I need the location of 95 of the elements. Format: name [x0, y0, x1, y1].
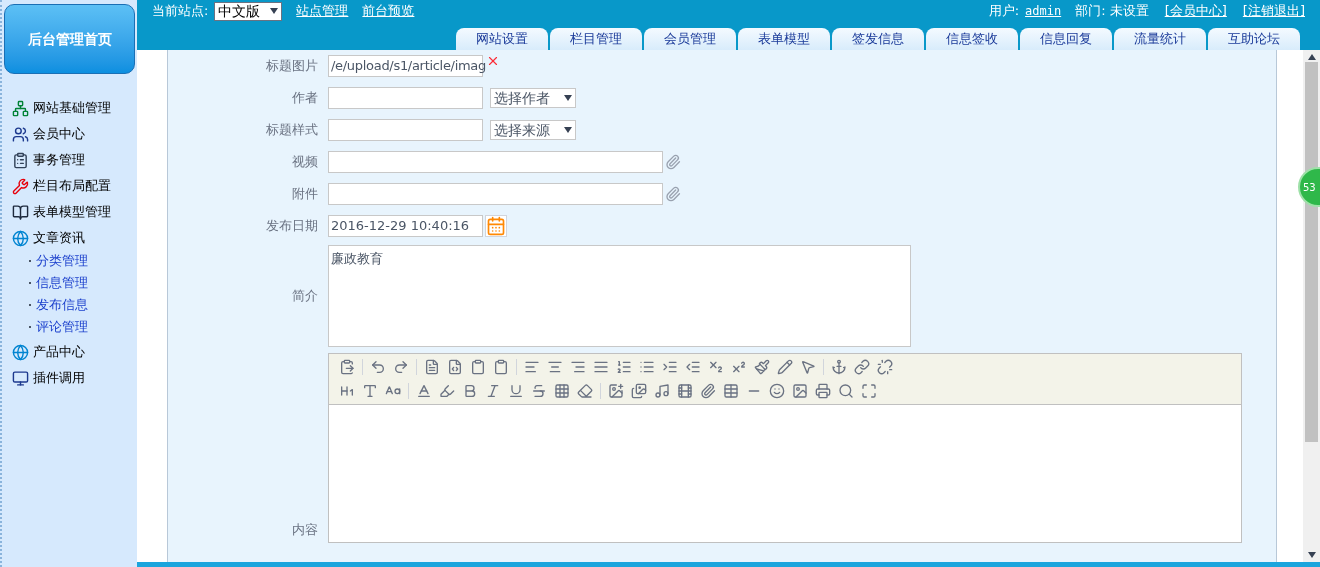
- anchor-icon[interactable]: [831, 359, 847, 375]
- dropdown[interactable]: 选择作者: [490, 88, 576, 108]
- paperclip-icon[interactable]: [665, 186, 681, 202]
- field-label: 视频: [291, 153, 319, 172]
- globe-icon: [12, 343, 29, 361]
- edit-icon[interactable]: [777, 359, 793, 375]
- preview-icon[interactable]: [838, 383, 854, 399]
- picture-icon[interactable]: [792, 383, 808, 399]
- nav-tab[interactable]: 会员管理: [644, 28, 736, 50]
- insert-image-icon[interactable]: [608, 383, 624, 399]
- field-label: 作者: [291, 89, 319, 108]
- sidebar-subitem[interactable]: 评论管理: [2, 316, 137, 338]
- nav-tab[interactable]: 流量统计: [1114, 28, 1206, 50]
- sidebar-item[interactable]: 事务管理: [2, 148, 137, 172]
- site-label: 当前站点:: [152, 2, 209, 21]
- tools-icon: [12, 177, 29, 195]
- sidebar-item[interactable]: 文章资讯: [2, 226, 137, 250]
- align-center-icon[interactable]: [547, 359, 563, 375]
- bullet-list-icon[interactable]: [639, 359, 655, 375]
- unlink-icon[interactable]: [877, 359, 893, 375]
- font-color-icon[interactable]: [416, 383, 432, 399]
- globe-icon: [12, 229, 29, 247]
- spacing-icon[interactable]: [554, 383, 570, 399]
- align-right-icon[interactable]: [570, 359, 586, 375]
- nav-tab[interactable]: 栏目管理: [550, 28, 642, 50]
- table-icon[interactable]: [723, 383, 739, 399]
- subscript-icon[interactable]: [708, 359, 724, 375]
- field-label: 内容: [291, 520, 319, 539]
- nav-tab[interactable]: 信息回复: [1020, 28, 1112, 50]
- nav-tab[interactable]: 网站设置: [456, 28, 548, 50]
- align-left-icon[interactable]: [524, 359, 540, 375]
- sidebar-subitem[interactable]: 发布信息: [2, 294, 137, 316]
- video-icon[interactable]: [677, 383, 693, 399]
- superscript-icon[interactable]: [731, 359, 747, 375]
- sidebar-item[interactable]: 会员中心: [2, 122, 137, 146]
- field-label: 简介: [291, 286, 319, 305]
- emoticon-icon[interactable]: [769, 383, 785, 399]
- sidebar-subitem[interactable]: 分类管理: [2, 250, 137, 272]
- sidebar-item[interactable]: 网站基础管理: [2, 96, 137, 120]
- italic-icon[interactable]: [485, 383, 501, 399]
- nav-tab[interactable]: 信息签收: [926, 28, 1018, 50]
- undo-icon[interactable]: [370, 359, 386, 375]
- close-icon[interactable]: [486, 54, 500, 68]
- network-icon: [12, 99, 29, 117]
- clipboard-icon: [12, 151, 29, 169]
- user-label: 用户:: [988, 2, 1020, 21]
- pointer-icon[interactable]: [800, 359, 816, 375]
- indent-icon[interactable]: [662, 359, 678, 375]
- multi-image-icon[interactable]: [631, 383, 647, 399]
- heading-icon[interactable]: [339, 383, 355, 399]
- field-label: 标题图片: [265, 57, 319, 76]
- underline-icon[interactable]: [508, 383, 524, 399]
- eraser-icon[interactable]: [577, 383, 593, 399]
- redo-icon[interactable]: [393, 359, 409, 375]
- site-dropdown[interactable]: 中文版: [214, 1, 283, 21]
- caret-icon: [564, 127, 572, 133]
- dropdown[interactable]: 选择来源: [490, 120, 576, 140]
- font-family-icon[interactable]: [362, 383, 378, 399]
- image-path-field[interactable]: /e/upload/s1/article/imag: [328, 55, 483, 77]
- align-justify-icon[interactable]: [593, 359, 609, 375]
- caret-icon: [270, 8, 279, 14]
- monitor-icon: [12, 369, 29, 387]
- source-icon[interactable]: [339, 359, 355, 375]
- nav-tab[interactable]: 签发信息: [832, 28, 924, 50]
- users-icon: [12, 125, 29, 143]
- print-icon[interactable]: [815, 383, 831, 399]
- link-icon[interactable]: [854, 359, 870, 375]
- field-label: 附件: [291, 185, 319, 204]
- nav-tab[interactable]: 互助论坛: [1208, 28, 1300, 50]
- date-field[interactable]: 2016-12-29 10:40:16: [328, 215, 483, 237]
- sidebar-subitem[interactable]: 信息管理: [2, 272, 137, 294]
- book-icon: [12, 203, 29, 221]
- outdent-icon[interactable]: [685, 359, 701, 375]
- highlight-icon[interactable]: [439, 383, 455, 399]
- music-icon[interactable]: [654, 383, 670, 399]
- attachment-icon[interactable]: [700, 383, 716, 399]
- paperclip-icon[interactable]: [665, 154, 681, 170]
- summary-textarea[interactable]: 廉政教育: [328, 244, 911, 347]
- bold-icon[interactable]: [462, 383, 478, 399]
- calendar-icon[interactable]: [485, 215, 507, 237]
- sidebar-item[interactable]: 栏目布局配置: [2, 174, 137, 198]
- caret-icon: [564, 95, 572, 101]
- sidebar-item[interactable]: 表单模型管理: [2, 200, 137, 224]
- brush-icon[interactable]: [754, 359, 770, 375]
- sidebar-item[interactable]: 产品中心: [2, 340, 137, 364]
- field-label: 标题样式: [265, 121, 319, 140]
- sidebar-item[interactable]: 插件调用: [2, 366, 137, 390]
- fullscreen-icon[interactable]: [861, 383, 877, 399]
- strikethrough-icon[interactable]: [531, 383, 547, 399]
- code-icon[interactable]: [447, 359, 463, 375]
- nav-tab[interactable]: 表单模型: [738, 28, 830, 50]
- ordered-list-icon[interactable]: [616, 359, 632, 375]
- field-label: 发布日期: [265, 217, 319, 236]
- document-icon[interactable]: [424, 359, 440, 375]
- department-text: 部门: 未设置: [1075, 2, 1149, 21]
